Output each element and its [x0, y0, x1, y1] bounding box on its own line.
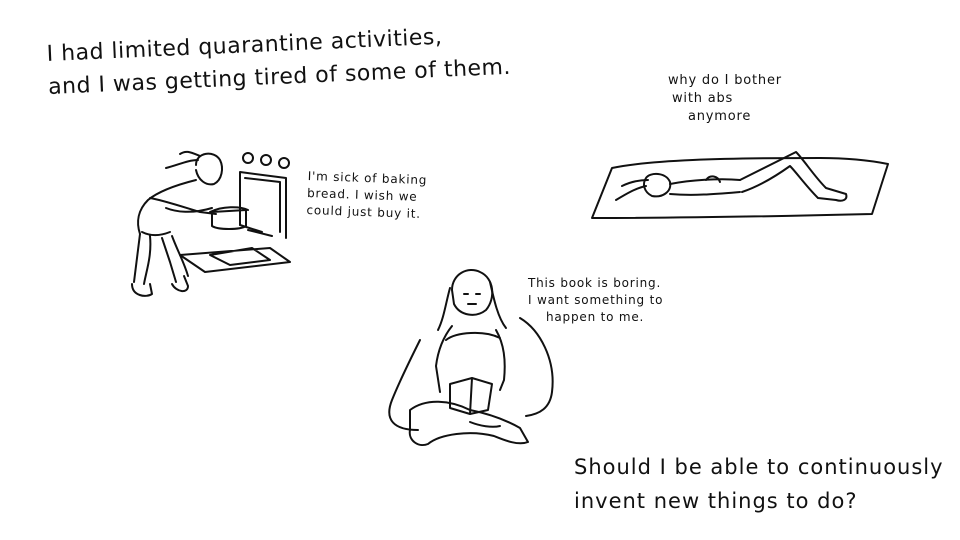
book-caption-line: happen to me. — [546, 310, 645, 324]
book-caption-line: I want something to — [528, 293, 664, 307]
reader-torso — [435, 325, 506, 393]
abs-caption-line: anymore — [688, 109, 752, 124]
abs-caption-line: with abs — [672, 91, 734, 106]
baking-caption: I'm sick of baking bread. I wish we coul… — [306, 168, 427, 223]
abs-illustration — [591, 151, 889, 219]
question-line-2: invent new things to do? — [574, 489, 858, 513]
oven-knob — [278, 157, 290, 169]
lying-person-head — [643, 172, 672, 198]
book-caption-line: This book is boring. — [528, 276, 662, 290]
exercise-mat — [591, 157, 889, 219]
baking-illustration — [131, 150, 291, 297]
baker-body — [137, 179, 217, 235]
book-caption: This book is boring. I want something to… — [528, 275, 663, 326]
question-line-1: Should I be able to continuously — [574, 455, 944, 479]
oven-knob — [260, 154, 272, 166]
baker-legs — [133, 233, 189, 285]
lying-person-torso — [669, 178, 741, 196]
oven-knob — [242, 152, 254, 164]
baker-head — [195, 152, 223, 186]
abs-caption-line: why do I bother — [668, 73, 782, 88]
reader-head — [451, 269, 494, 316]
reader-legs — [408, 400, 529, 446]
question-text: Should I be able to continuously invent … — [574, 450, 944, 518]
oven-door — [179, 247, 291, 273]
abs-caption: why do I bother with abs anymore — [668, 72, 782, 126]
book — [449, 377, 493, 415]
